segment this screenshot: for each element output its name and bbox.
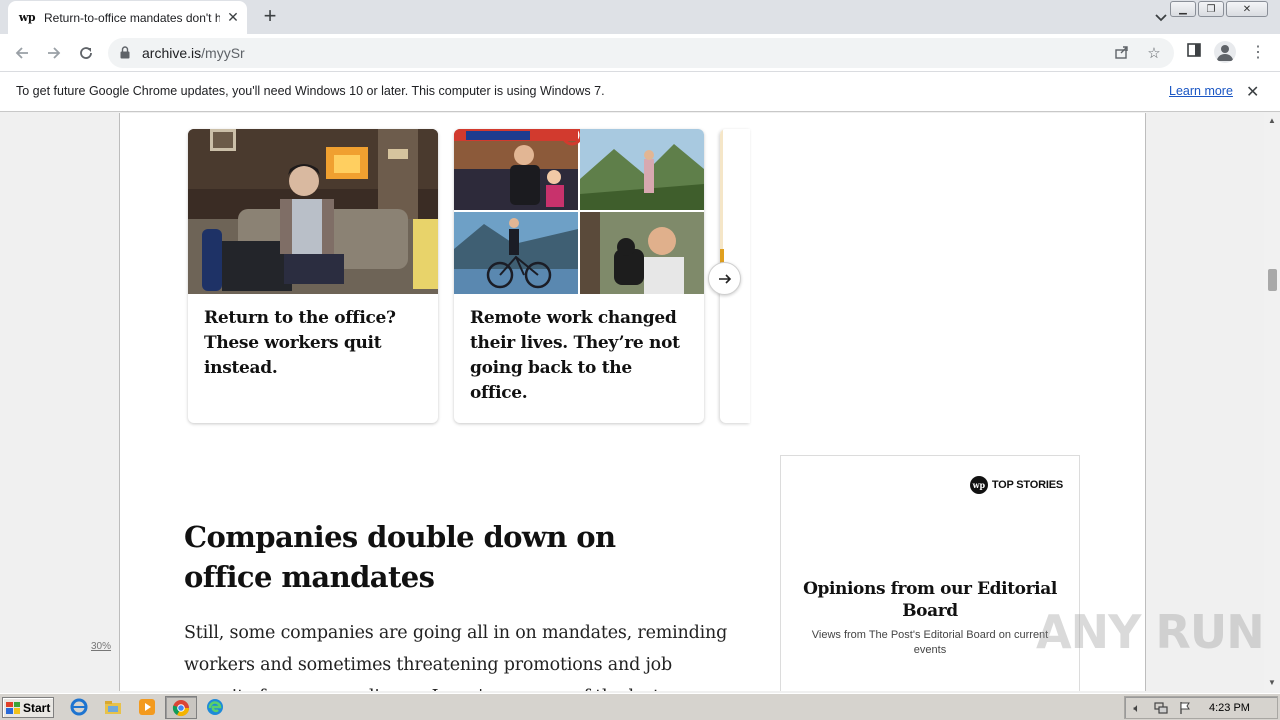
restore-icon[interactable]: ❐ [1198, 1, 1224, 17]
anyrun-watermark: ANY RUN [1036, 605, 1264, 659]
story-photo-woman-on-couch [188, 129, 438, 294]
editorial-board-subtitle: Views from The Post's Editorial Board on… [811, 629, 1049, 656]
wp-favicon-icon: wp [18, 11, 36, 24]
menu-icon[interactable]: ⋮ [1247, 42, 1269, 64]
url-text[interactable]: archive.is/myySr [142, 45, 245, 61]
chrome-icon [172, 700, 190, 717]
start-label: Start [23, 700, 51, 715]
infobar-message: To get future Google Chrome updates, you… [16, 84, 605, 98]
browser-toolbar: archive.is/myySr ☆ ⋮ [0, 34, 1280, 71]
media-player-icon[interactable] [138, 698, 156, 716]
scroll-up-icon[interactable]: ▲ [1267, 116, 1277, 126]
action-center-flag-icon[interactable] [1178, 701, 1192, 715]
page-scrollbar[interactable]: ▲ ▼ [1264, 113, 1280, 691]
profile-icon[interactable] [1214, 41, 1236, 63]
story-card-title[interactable]: Remote work changed their lives. They’re… [470, 306, 692, 406]
story-card-title[interactable]: Return to the office? These workers quit… [204, 306, 426, 381]
internet-explorer-icon[interactable] [70, 698, 88, 716]
editorial-board-title[interactable]: Opinions from our Editorial Board [801, 578, 1059, 622]
arrow-right-icon [718, 273, 731, 284]
side-panel-icon[interactable] [1183, 42, 1205, 64]
wp-logo-icon: wp [969, 476, 988, 494]
start-button[interactable]: Start [2, 697, 54, 718]
screen: wp Return-to-office mandates don't help … [0, 0, 1280, 720]
network-icon[interactable] [1154, 701, 1168, 715]
carousel-next-button[interactable] [708, 262, 741, 295]
volume-icon[interactable]: 🔈︎ [1130, 701, 1144, 715]
file-explorer-icon[interactable] [104, 698, 122, 716]
new-tab-icon[interactable]: + [258, 5, 282, 28]
taskbar-clock[interactable]: 4:23 PM [1209, 702, 1250, 714]
share-icon[interactable] [1112, 44, 1132, 62]
update-infobar: To get future Google Chrome updates, you… [0, 71, 1280, 112]
reload-icon[interactable] [74, 41, 98, 65]
windows-logo-icon [6, 701, 20, 714]
learn-more-link[interactable]: Learn more [1169, 84, 1233, 98]
forward-icon[interactable] [42, 41, 66, 65]
page-viewport: 30% Return to the office? These workers … [0, 113, 1264, 691]
story-photo-collage [454, 129, 704, 294]
window-controls: ▁ ❐ ✕ [1168, 1, 1268, 17]
infobar-close-icon[interactable]: ✕ [1246, 82, 1259, 102]
top-stories-label: TOP STORIES [991, 479, 1063, 491]
chrome-taskbar-button[interactable] [165, 696, 197, 719]
article-paragraph: Still, some companies are going all in o… [184, 623, 728, 691]
article-page: Return to the office? These workers quit… [119, 113, 1146, 691]
story-card[interactable]: Return to the office? These workers quit… [188, 129, 438, 423]
top-stories-badge: wp TOP STORIES [969, 476, 1063, 494]
zoom-link[interactable]: 30% [91, 641, 111, 652]
windows-taskbar: Start 🔈︎ 4:23 PM [0, 693, 1280, 720]
active-tab[interactable]: wp Return-to-office mandates don't help … [8, 1, 247, 34]
back-icon[interactable] [10, 41, 34, 65]
system-tray: 🔈︎ 4:23 PM [1124, 696, 1278, 719]
close-tab-icon[interactable]: ✕ [225, 9, 241, 25]
edge-icon[interactable] [206, 698, 224, 716]
top-stories-box: wp TOP STORIES Opinions from our Editori… [780, 455, 1080, 691]
window-close-icon[interactable]: ✕ [1226, 1, 1268, 17]
minimize-icon[interactable]: ▁ [1170, 1, 1196, 17]
tab-title: Return-to-office mandates don't help [44, 10, 220, 25]
story-card[interactable]: Remote work changed their lives. They’re… [454, 129, 704, 423]
tab-strip: wp Return-to-office mandates don't help … [0, 0, 1280, 34]
address-bar[interactable]: archive.is/myySr ☆ [108, 38, 1174, 68]
scroll-down-icon[interactable]: ▼ [1267, 678, 1277, 688]
star-icon[interactable]: ☆ [1144, 44, 1164, 62]
section-heading: Companies double down on office mandates [184, 520, 616, 594]
scroll-thumb[interactable] [1268, 269, 1277, 291]
lock-icon[interactable] [120, 46, 130, 59]
